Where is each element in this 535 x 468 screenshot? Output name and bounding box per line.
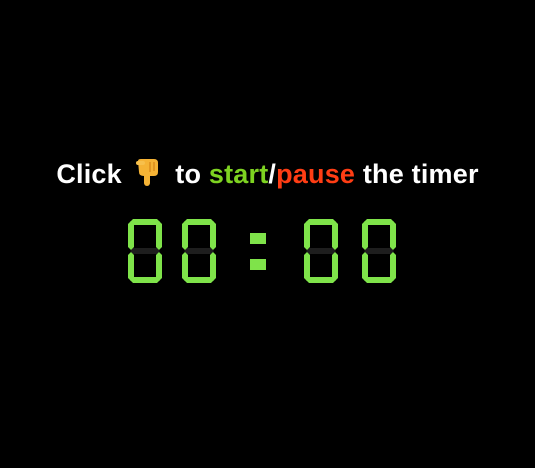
- pointing-down-hand-icon[interactable]: [134, 158, 162, 188]
- segment-g: [130, 248, 160, 254]
- timer-colon: [250, 233, 266, 270]
- timer-display[interactable]: [124, 218, 410, 284]
- segment-d: [130, 277, 160, 283]
- instruction-middle: to: [175, 159, 202, 189]
- segment-f: [362, 221, 368, 250]
- timer-digit-3: [304, 219, 338, 283]
- segment-c: [332, 252, 338, 281]
- segment-d: [364, 277, 394, 283]
- segment-b: [210, 221, 216, 250]
- segment-c: [156, 252, 162, 281]
- seven-segment-clock: [128, 219, 396, 283]
- instruction-prefix: Click: [56, 159, 122, 189]
- segment-e: [128, 252, 134, 281]
- segment-e: [304, 252, 310, 281]
- segment-e: [362, 252, 368, 281]
- segment-a: [306, 219, 336, 225]
- segment-f: [182, 221, 188, 250]
- instruction-text: Click to start/pause the timer: [0, 158, 535, 190]
- segment-b: [390, 221, 396, 250]
- segment-d: [306, 277, 336, 283]
- segment-b: [332, 221, 338, 250]
- segment-c: [210, 252, 216, 281]
- segment-a: [184, 219, 214, 225]
- segment-f: [304, 221, 310, 250]
- colon-dot: [250, 259, 266, 270]
- instruction-suffix: the timer: [362, 159, 479, 189]
- pause-label: pause: [276, 159, 356, 189]
- segment-b: [156, 221, 162, 250]
- segment-c: [390, 252, 396, 281]
- segment-g: [364, 248, 394, 254]
- timer-digit-2: [182, 219, 216, 283]
- segment-g: [184, 248, 214, 254]
- slash-separator: /: [268, 159, 277, 189]
- segment-e: [182, 252, 188, 281]
- segment-a: [130, 219, 160, 225]
- segment-g: [306, 248, 336, 254]
- colon-dot: [250, 233, 266, 244]
- segment-d: [184, 277, 214, 283]
- start-label: start: [208, 159, 269, 189]
- segment-a: [364, 219, 394, 225]
- timer-digit-1: [128, 219, 162, 283]
- timer-digit-4: [362, 219, 396, 283]
- segment-f: [128, 221, 134, 250]
